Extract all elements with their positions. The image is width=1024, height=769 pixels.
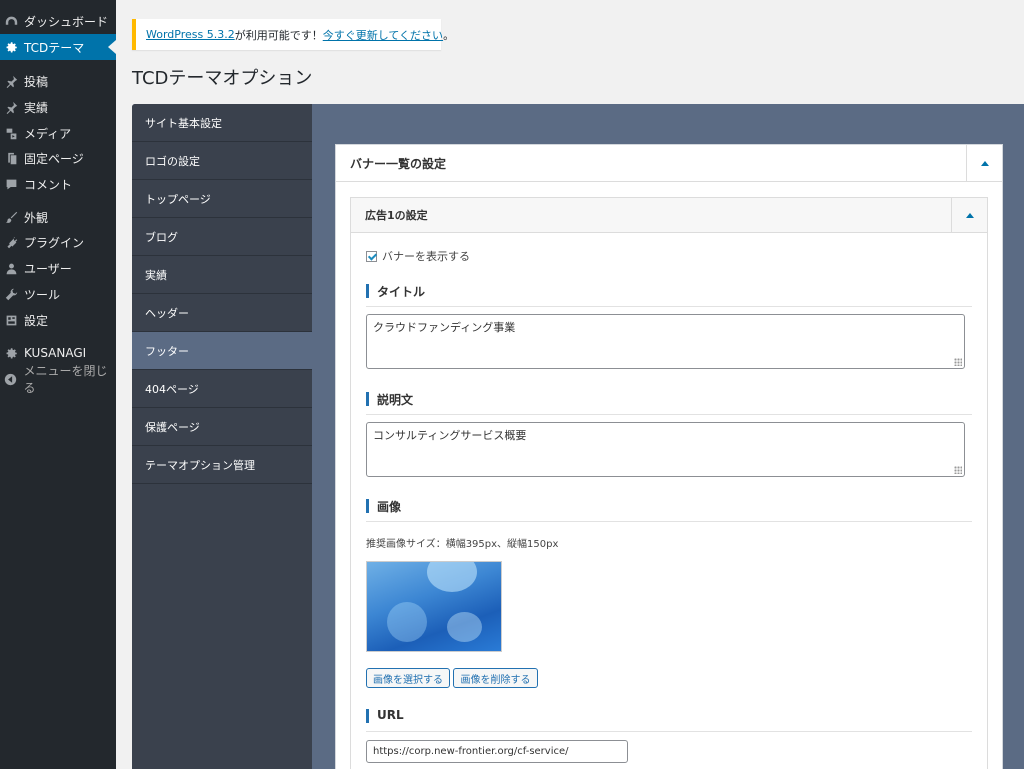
banner-list-section: バナー一覧の設定 広告1の設定 バナーを表示する タイトル クラウドファンディン… xyxy=(335,144,1003,769)
description-textarea[interactable]: コンサルティングサービス概要 xyxy=(366,422,965,477)
theme-options-panel: サイト基本設定 ロゴの設定 トップページ ブログ 実績 ヘッダー フッター 40… xyxy=(132,104,1024,769)
menu-label: メディア xyxy=(24,126,72,141)
collapse-icon xyxy=(4,372,17,386)
menu-item-tools[interactable]: ツール xyxy=(0,281,116,307)
heading-marker xyxy=(366,392,369,406)
image-glow xyxy=(447,612,482,642)
menu-label: 実績 xyxy=(24,100,49,115)
image-heading: 画像 xyxy=(366,498,972,522)
menu-item-tcd-theme[interactable]: TCDテーマ xyxy=(0,34,116,60)
image-size-hint: 推奨画像サイズ：横幅395px、縦幅150px xyxy=(366,539,559,550)
gear-icon xyxy=(4,346,18,360)
wrench-icon xyxy=(4,287,18,301)
menu-label: ユーザー xyxy=(24,261,72,276)
menu-item-media[interactable]: メディア xyxy=(0,120,116,146)
tab-header[interactable]: ヘッダー xyxy=(132,294,312,332)
select-image-button[interactable]: 画像を選択する xyxy=(366,668,450,688)
title-heading: タイトル xyxy=(366,283,972,307)
menu-label: 固定ページ xyxy=(24,151,84,166)
image-glow xyxy=(427,562,477,592)
url-input[interactable]: https://corp.new-frontier.org/cf-service… xyxy=(366,740,628,763)
menu-item-appearance[interactable]: 外観 xyxy=(0,204,116,230)
show-banner-row[interactable]: バナーを表示する xyxy=(366,248,470,264)
banner-image-preview xyxy=(366,561,502,652)
tab-logo[interactable]: ロゴの設定 xyxy=(132,142,312,180)
menu-item-comments[interactable]: コメント xyxy=(0,171,116,197)
tab-protected-page[interactable]: 保護ページ xyxy=(132,408,312,446)
notice-end: 。 xyxy=(443,28,455,42)
admin-menu: ダッシュボード TCDテーマ 投稿 実績 メディア 固定ページ コメント 外観 … xyxy=(0,0,116,769)
description-heading: 説明文 xyxy=(366,391,972,415)
heading-marker xyxy=(366,709,369,723)
menu-label: ダッシュボード xyxy=(24,14,109,29)
resize-grip[interactable] xyxy=(954,466,962,474)
heading-marker xyxy=(366,284,369,298)
remove-image-button[interactable]: 画像を削除する xyxy=(453,668,538,688)
heading-marker xyxy=(366,499,369,513)
page-title: TCDテーマオプション xyxy=(132,68,313,89)
user-icon xyxy=(4,261,18,275)
update-notice: WordPress 5.3.2 が利用可能です！ 今すぐ更新してください 。 xyxy=(132,19,454,50)
brush-icon xyxy=(4,210,18,224)
tab-blog[interactable]: ブログ xyxy=(132,218,312,256)
menu-label: 外観 xyxy=(24,210,49,225)
settings-icon xyxy=(4,313,18,327)
menu-item-dashboard[interactable]: ダッシュボード xyxy=(0,8,116,34)
menu-item-pages[interactable]: 固定ページ xyxy=(0,145,116,171)
comment-icon xyxy=(4,177,18,191)
tab-404[interactable]: 404ページ xyxy=(132,370,312,408)
title-heading-text: タイトル xyxy=(377,285,426,299)
menu-label: TCDテーマ xyxy=(24,40,85,55)
section-title: バナー一覧の設定 xyxy=(350,156,447,171)
menu-label: 設定 xyxy=(24,313,49,328)
tab-site-basic[interactable]: サイト基本設定 xyxy=(132,104,312,142)
url-heading: URL xyxy=(366,708,972,732)
menu-label: コメント xyxy=(24,177,73,192)
show-banner-checkbox[interactable] xyxy=(366,250,377,262)
menu-label: メニューを閉じる xyxy=(23,364,108,395)
collapse-toggle-button[interactable] xyxy=(966,145,1002,181)
pin-icon xyxy=(4,100,18,114)
resize-grip[interactable] xyxy=(954,358,962,366)
tab-works[interactable]: 実績 xyxy=(132,256,312,294)
description-value: コンサルティングサービス概要 xyxy=(373,429,527,442)
collapse-toggle-button[interactable] xyxy=(951,198,987,232)
banner-list-header[interactable]: バナー一覧の設定 xyxy=(336,145,1002,182)
menu-item-users[interactable]: ユーザー xyxy=(0,255,116,281)
sub-section-title: 広告1の設定 xyxy=(365,209,428,222)
update-now-link[interactable]: 今すぐ更新してください xyxy=(323,27,443,43)
menu-label: KUSANAGI xyxy=(24,346,87,360)
image-glow xyxy=(387,602,427,642)
title-value: クラウドファンディング事業 xyxy=(373,321,516,334)
page-icon xyxy=(4,151,18,165)
ad1-settings-box: 広告1の設定 バナーを表示する タイトル クラウドファンディング事業 説明文 コ… xyxy=(350,197,988,769)
tab-options-management[interactable]: テーマオプション管理 xyxy=(132,446,312,484)
menu-item-plugins[interactable]: プラグイン xyxy=(0,229,116,255)
ad1-settings-header[interactable]: 広告1の設定 xyxy=(351,198,987,233)
description-heading-text: 説明文 xyxy=(377,393,414,407)
url-heading-text: URL xyxy=(377,708,404,722)
tab-footer[interactable]: フッター xyxy=(132,332,312,370)
dashboard-icon xyxy=(4,14,18,28)
menu-collapse-button[interactable]: メニューを閉じる xyxy=(0,364,116,395)
menu-label: 投稿 xyxy=(24,74,49,89)
pin-icon xyxy=(4,74,18,88)
options-tab-list: サイト基本設定 ロゴの設定 トップページ ブログ 実績 ヘッダー フッター 40… xyxy=(132,104,312,769)
show-banner-label: バナーを表示する xyxy=(382,250,470,263)
image-heading-text: 画像 xyxy=(377,500,402,514)
menu-label: プラグイン xyxy=(24,235,85,250)
gear-icon xyxy=(4,40,18,54)
wordpress-version-link[interactable]: WordPress 5.3.2 xyxy=(146,28,235,41)
tab-top-page[interactable]: トップページ xyxy=(132,180,312,218)
media-icon xyxy=(4,126,18,140)
menu-item-works[interactable]: 実績 xyxy=(0,94,116,120)
menu-item-settings[interactable]: 設定 xyxy=(0,307,116,333)
plugin-icon xyxy=(4,235,18,249)
notice-text: が利用可能です！ xyxy=(234,28,323,42)
menu-label: ツール xyxy=(24,287,61,302)
title-textarea[interactable]: クラウドファンディング事業 xyxy=(366,314,965,369)
menu-item-posts[interactable]: 投稿 xyxy=(0,68,116,94)
